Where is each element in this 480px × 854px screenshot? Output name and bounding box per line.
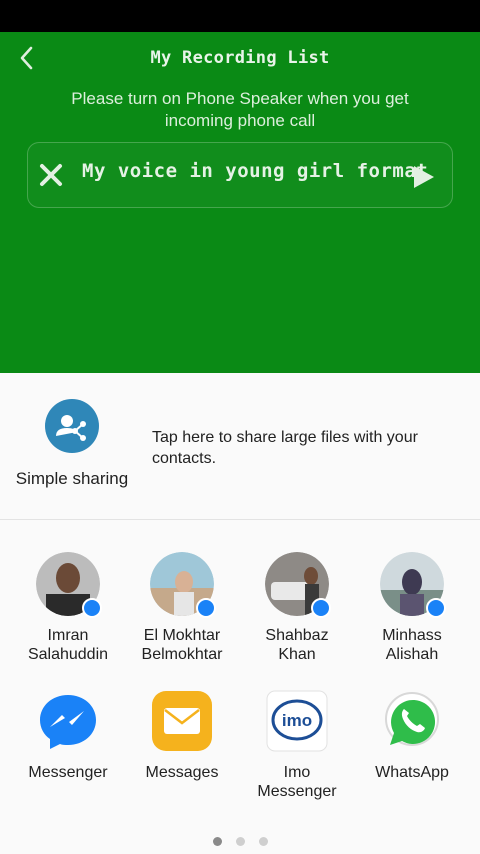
messenger-badge-icon	[82, 598, 102, 618]
contact-first-name: El Mokhtar	[143, 627, 221, 644]
app-whatsapp[interactable]: WhatsApp	[352, 689, 472, 782]
app-label: Imo	[283, 764, 311, 781]
app-messages[interactable]: Messages	[122, 689, 242, 782]
contact-first-name: Imran	[47, 627, 89, 644]
contact-imran[interactable]: Imran Salahuddin	[8, 552, 128, 664]
contact-last-name: Khan	[278, 646, 316, 663]
app-imo[interactable]: imo Imo Messenger	[237, 689, 357, 801]
speaker-notice: Please turn on Phone Speaker when you ge…	[71, 89, 409, 130]
svg-text:imo: imo	[282, 711, 312, 730]
avatar	[150, 552, 216, 618]
contact-first-name: Minhass	[382, 627, 442, 644]
play-icon[interactable]	[412, 165, 436, 189]
simple-sharing-row[interactable]: Simple sharing Tap here to share large f…	[0, 373, 480, 520]
page-title: My Recording List	[150, 48, 330, 68]
messenger-badge-icon	[196, 598, 216, 618]
app-label: Messenger	[28, 764, 108, 781]
page-indicator	[0, 831, 480, 850]
delete-icon[interactable]	[38, 162, 64, 188]
recording-item[interactable]: My voice in young girl format	[27, 142, 453, 208]
imo-icon: imo	[265, 689, 329, 753]
page-dot[interactable]	[258, 837, 268, 846]
page-dot[interactable]	[235, 837, 245, 846]
messenger-badge-icon	[311, 598, 331, 618]
app-label: WhatsApp	[375, 764, 449, 781]
contact-last-name: Alishah	[385, 646, 439, 663]
messenger-icon	[36, 689, 100, 753]
avatar	[265, 552, 331, 618]
simple-sharing-description: Tap here to share large files with your …	[152, 429, 418, 467]
app-label: Messages	[145, 764, 219, 781]
contact-last-name: Salahuddin	[27, 646, 109, 663]
contact-shahbaz[interactable]: Shahbaz Khan	[237, 552, 357, 664]
avatar	[36, 552, 102, 618]
status-bar	[0, 0, 480, 32]
contact-el-mokhtar[interactable]: El Mokhtar Belmokhtar	[122, 552, 242, 664]
recording-list-screen: My Recording List Please turn on Phone S…	[0, 32, 480, 373]
recording-title: My voice in young girl format	[82, 160, 429, 182]
app-messenger[interactable]: Messenger	[8, 689, 128, 782]
whatsapp-icon	[380, 689, 444, 753]
page-dot-active[interactable]	[212, 837, 222, 846]
contact-last-name: Belmokhtar	[141, 646, 223, 663]
app-label-line2: Messenger	[257, 783, 337, 800]
simple-sharing-label: Simple sharing	[15, 469, 129, 488]
simple-sharing-icon[interactable]	[45, 399, 99, 453]
contact-minhass[interactable]: Minhass Alishah	[352, 552, 472, 664]
share-sheet: Simple sharing Tap here to share large f…	[0, 373, 480, 854]
messenger-badge-icon	[426, 598, 446, 618]
messages-icon	[150, 689, 214, 753]
avatar	[380, 552, 446, 618]
contact-first-name: Shahbaz	[265, 627, 329, 644]
